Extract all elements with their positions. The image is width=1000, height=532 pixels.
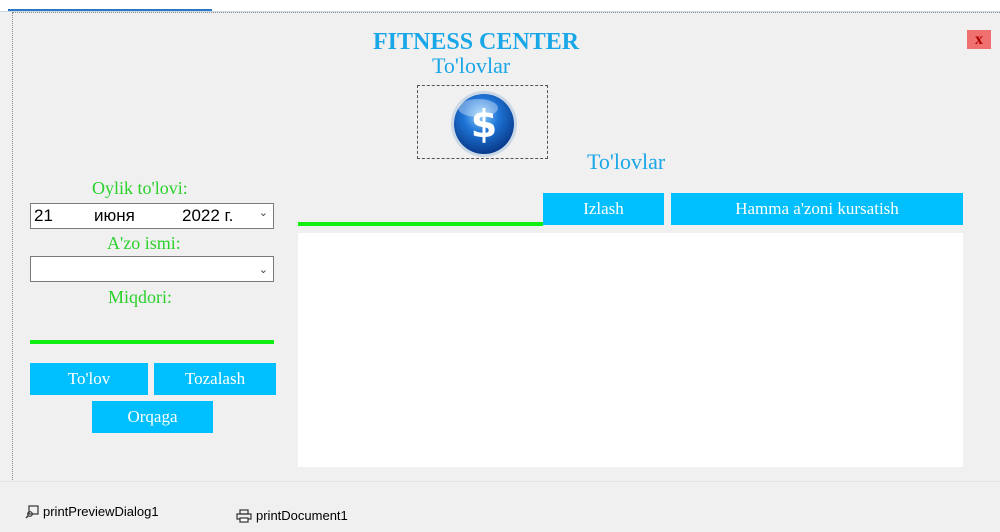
- member-name-label: A'zo ismi:: [107, 233, 181, 253]
- amount-label: Miqdori:: [108, 287, 173, 307]
- clear-button[interactable]: Tozalash: [154, 363, 276, 395]
- date-year: 2022 г.: [182, 206, 234, 225]
- search-underline: [298, 222, 543, 226]
- monthly-payment-label: Oylik to'lovi:: [92, 178, 188, 198]
- member-name-select[interactable]: ⌄: [30, 256, 274, 282]
- window-top-strip: [0, 0, 1000, 12]
- show-all-members-button[interactable]: Hamma a'zoni kursatish: [671, 193, 963, 225]
- payment-date-picker[interactable]: 21 июня 2022 г. ⌄: [30, 203, 274, 229]
- tray-item-label: printPreviewDialog1: [43, 504, 159, 519]
- date-month: июня: [94, 206, 135, 225]
- pay-button[interactable]: To'lov: [30, 363, 148, 395]
- chevron-down-icon[interactable]: ⌄: [259, 206, 268, 219]
- chevron-down-icon[interactable]: ⌄: [259, 263, 268, 276]
- component-tray: printPreviewDialog1 printDocument1: [0, 481, 1000, 532]
- tray-item-print-document[interactable]: printDocument1: [236, 508, 348, 523]
- back-button[interactable]: Orqaga: [92, 401, 213, 433]
- logo-frame: $: [417, 85, 548, 159]
- dollar-coin-icon: $: [451, 91, 517, 157]
- payments-data-grid[interactable]: [298, 233, 963, 467]
- payments-section-title: To'lovlar: [587, 149, 666, 174]
- amount-underline: [30, 340, 274, 344]
- page-subtitle: To'lovlar: [432, 53, 511, 78]
- print-preview-icon: [25, 504, 39, 518]
- svg-text:$: $: [471, 102, 497, 146]
- tray-item-label: printDocument1: [256, 508, 348, 523]
- search-button[interactable]: Izlash: [543, 193, 664, 225]
- tray-item-print-preview[interactable]: printPreviewDialog1: [25, 504, 159, 519]
- page-title: FITNESS CENTER: [373, 29, 580, 55]
- close-button[interactable]: x: [967, 30, 991, 49]
- amount-input[interactable]: [30, 318, 274, 340]
- printer-icon: [236, 508, 252, 523]
- date-day: 21: [34, 206, 53, 225]
- search-input[interactable]: [298, 198, 543, 222]
